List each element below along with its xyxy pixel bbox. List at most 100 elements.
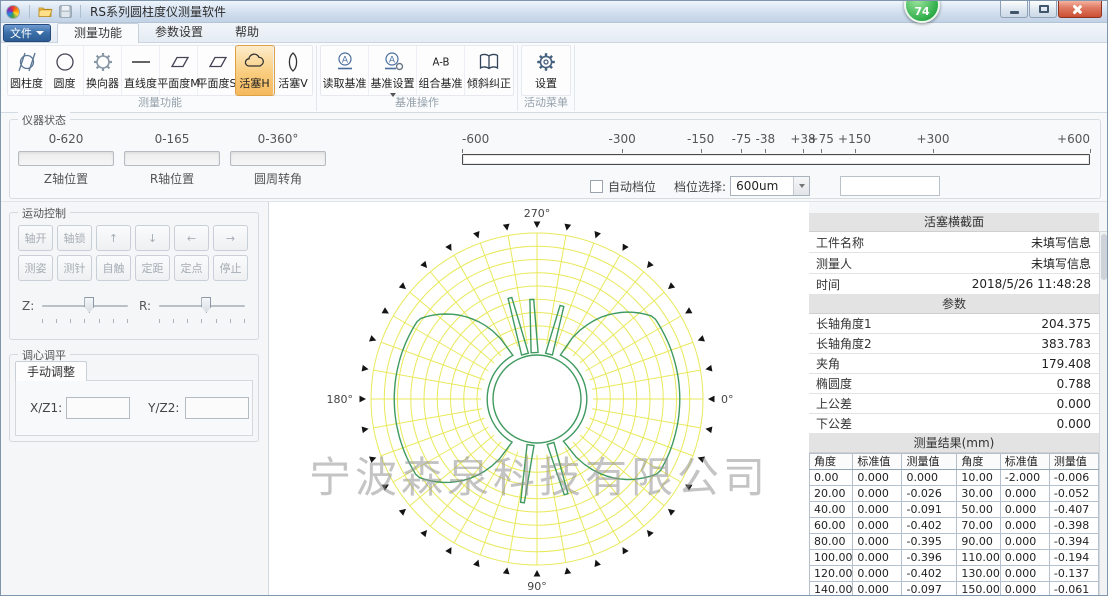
ribbon-button-组合基准[interactable]: A-B组合基准 [417, 46, 465, 95]
results-cell: 50.00 [957, 502, 1000, 518]
tab-manual-adjust[interactable]: 手动调整 [15, 361, 87, 381]
results-cell: -2.000 [1000, 470, 1049, 486]
meter-label: 圆周转角 [230, 170, 326, 187]
auto-gear-label: 自动档位 [608, 178, 656, 195]
r-axis-slider[interactable]: R: [135, 291, 252, 331]
ribbon-button-读取基准[interactable]: A读取基准 [321, 46, 369, 95]
results-cell: 0.000 [853, 582, 902, 596]
ribbon-button-label: 平面度M [157, 75, 200, 91]
table-row[interactable]: 40.000.000-0.09150.000.000-0.407 [810, 502, 1099, 518]
results-cell: -0.395 [902, 534, 957, 550]
motion-button-→[interactable]: → [213, 225, 248, 251]
tick-mark [201, 319, 202, 323]
gear-select-label: 档位选择: [674, 178, 726, 195]
piston-h-icon [243, 50, 267, 74]
info-value: 2018/5/26 11:48:28 [972, 277, 1099, 291]
tab-测量功能[interactable]: 测量功能 [57, 23, 139, 43]
motion-button-←[interactable]: ← [174, 225, 209, 251]
ribbon-tabs: 测量功能参数设置帮助 [57, 23, 275, 43]
commutator-icon [91, 50, 115, 74]
file-menu-label: 文件 [10, 25, 32, 41]
status-badge: 74 [904, 0, 940, 23]
tab-参数设置[interactable]: 参数设置 [139, 23, 219, 43]
results-table-title: 测量结果(mm) [809, 434, 1099, 453]
ribbon-button-直线度[interactable]: 直线度 [122, 46, 160, 95]
motion-button-自触[interactable]: 自触 [96, 255, 131, 281]
results-cell: 0.000 [853, 566, 902, 582]
motion-button-↓[interactable]: ↓ [135, 225, 170, 251]
motion-button-测针[interactable]: 测针 [57, 255, 92, 281]
motion-button-轴锁[interactable]: 轴锁 [57, 225, 92, 251]
ruler-tick [462, 149, 463, 153]
ribbon-toolbar: 圆柱度圆度换向器直线度平面度M平面度S活塞H活塞V测量功能A读取基准A基准设置A… [1, 43, 1107, 113]
results-cell: -0.061 [1049, 582, 1098, 596]
xz1-field[interactable] [66, 397, 130, 419]
ribbon-button-活塞H[interactable]: 活塞H [236, 46, 274, 95]
angle-label-0°: 0° [721, 393, 734, 406]
save-file-icon[interactable] [57, 4, 73, 19]
scrollbar-thumb[interactable] [1101, 234, 1107, 280]
ribbon-button-设置[interactable]: 设置 [522, 46, 570, 95]
results-cell: 120.00 [810, 566, 853, 582]
main-area: 运动控制 轴开轴锁↑↓←→测姿测针自触定距定点停止 Z: R: [1, 201, 1108, 596]
ribbon-group-buttons: A读取基准A基准设置A-B组合基准倾斜纠正 [320, 45, 514, 96]
ribbon-button-倾斜纠正[interactable]: 倾斜纠正 [465, 46, 513, 95]
app-logo-icon[interactable] [6, 5, 20, 19]
z-axis-slider[interactable]: Z: [18, 291, 135, 331]
ribbon-button-换向器[interactable]: 换向器 [84, 46, 122, 95]
svg-text:A: A [341, 56, 348, 66]
measurement-results-table: 角度标准值测量值角度标准值测量值 0.000.0000.00010.00-2.0… [809, 453, 1099, 596]
z-slider-thumb[interactable] [84, 297, 94, 313]
tick-mark [173, 319, 174, 323]
close-button[interactable] [1058, 1, 1102, 18]
table-row[interactable]: 80.000.000-0.39590.000.000-0.394 [810, 534, 1099, 550]
ribbon-button-label: 设置 [535, 75, 557, 91]
section-title: 活塞横截面 [809, 213, 1099, 232]
ribbon-button-圆柱度[interactable]: 圆柱度 [8, 46, 46, 95]
dropdown-arrow-icon[interactable] [793, 177, 809, 195]
ribbon-button-平面度S[interactable]: 平面度S [198, 46, 236, 95]
param-row-夹角: 夹角179.408 [809, 354, 1099, 374]
yz2-field[interactable] [185, 397, 249, 419]
results-scrollbar[interactable] [1099, 231, 1108, 596]
ribbon-button-圆度[interactable]: 圆度 [46, 46, 84, 95]
results-cell: -0.398 [1049, 518, 1098, 534]
table-row[interactable]: 120.000.000-0.402130.000.000-0.137 [810, 566, 1099, 582]
ruler-tick [765, 149, 766, 153]
motion-button-定距[interactable]: 定距 [135, 255, 170, 281]
combine-datum-icon: A-B [429, 50, 453, 74]
info-value: 未填写信息 [1031, 234, 1099, 251]
ribbon-button-基准设置[interactable]: A基准设置 [369, 46, 417, 95]
maximize-button[interactable] [1029, 1, 1057, 18]
results-cell: 0.00 [810, 470, 853, 486]
file-menu-button[interactable]: 文件 [3, 24, 51, 42]
table-row[interactable]: 60.000.000-0.40270.000.000-0.398 [810, 518, 1099, 534]
motion-button-轴开[interactable]: 轴开 [18, 225, 53, 251]
table-row[interactable]: 140.000.000-0.097150.000.000-0.061 [810, 582, 1099, 596]
param-value: 383.783 [1041, 337, 1099, 351]
tab-帮助[interactable]: 帮助 [219, 23, 275, 43]
info-row-时间: 时间2018/5/26 11:48:28 [809, 274, 1099, 295]
ribbon-group-buttons: 圆柱度圆度换向器直线度平面度M平面度S活塞H活塞V [7, 45, 313, 96]
leveling-group: 调心调平 手动调整 X/Z1: Y/Z2: [9, 354, 259, 442]
table-row[interactable]: 100.000.000-0.396110.000.000-0.194 [810, 550, 1099, 566]
table-row[interactable]: 0.000.0000.00010.00-2.000-0.006 [810, 470, 1099, 486]
ribbon-group-测量功能: 圆柱度圆度换向器直线度平面度M平面度S活塞H活塞V测量功能 [4, 45, 317, 111]
motion-button-↑[interactable]: ↑ [96, 225, 131, 251]
gear-value-field[interactable] [840, 176, 940, 196]
r-slider-thumb[interactable] [201, 297, 211, 313]
results-cell: 30.00 [957, 486, 1000, 502]
motion-button-测姿[interactable]: 测姿 [18, 255, 53, 281]
table-row[interactable]: 20.000.000-0.02630.000.000-0.052 [810, 486, 1099, 502]
gear-select-dropdown[interactable]: 600um [730, 176, 810, 196]
ribbon-button-平面度M[interactable]: 平面度M [160, 46, 198, 95]
ribbon-button-label: 圆度 [54, 75, 76, 91]
polar-chart: 270°0°90°180° [269, 202, 809, 596]
ribbon-button-活塞V[interactable]: 活塞V [274, 46, 312, 95]
motion-button-停止[interactable]: 停止 [213, 255, 248, 281]
open-file-icon[interactable] [37, 4, 53, 19]
motion-button-定点[interactable]: 定点 [174, 255, 209, 281]
results-col-header: 测量值 [1049, 454, 1098, 470]
minimize-button[interactable] [1000, 1, 1028, 18]
auto-gear-checkbox[interactable] [590, 180, 603, 193]
